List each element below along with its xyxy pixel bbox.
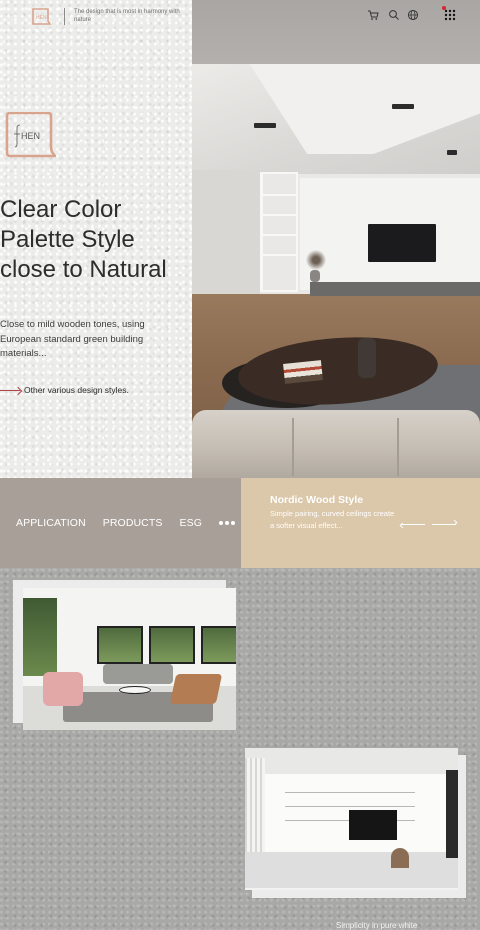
feature-description: Simple pairing, curved ceilings create a…: [270, 509, 395, 530]
gallery-section: [0, 568, 480, 930]
main-nav: APPLICATION PRODUCTS ESG: [0, 478, 241, 568]
gallery-caption: Simplicity in pure white: [336, 921, 418, 930]
arrow-right-icon: [0, 389, 20, 391]
photo-window: [201, 626, 236, 664]
brand-logo-small[interactable]: HEN: [31, 6, 52, 26]
hero-headline: Clear Color Palette Style close to Natur…: [0, 196, 167, 283]
photo-shelf: [285, 806, 415, 807]
brand-logo-large: HEN: [4, 111, 59, 158]
feature-title: Nordic Wood Style: [270, 494, 364, 506]
svg-text:HEN: HEN: [36, 15, 47, 21]
gallery-photo-white-room[interactable]: [245, 748, 458, 890]
photo-tv: [368, 224, 436, 262]
photo-greenery: [23, 598, 57, 676]
next-arrow-icon[interactable]: [432, 519, 458, 528]
hero-description: Close to mild wooden tones, using Europe…: [0, 319, 145, 359]
more-dots-icon[interactable]: [218, 521, 235, 525]
photo-ceiling: [245, 748, 458, 774]
photo-window: [97, 626, 143, 664]
photo-window: [149, 626, 195, 664]
photo-shelf: [260, 254, 298, 256]
other-styles-label: Other various design styles.: [24, 385, 129, 395]
photo-plant-vase: [310, 270, 320, 282]
globe-icon[interactable]: [407, 9, 419, 21]
photo-shelf: [260, 234, 298, 236]
photo-wood-chair: [169, 674, 223, 704]
photo-left-wall: [192, 170, 262, 295]
photo-shelf: [260, 194, 298, 196]
nav-item-esg[interactable]: ESG: [180, 517, 202, 529]
photo-sofa: [192, 410, 480, 478]
hero-text-panel: HEN The design that is most in harmony w…: [0, 0, 192, 478]
photo-floor: [245, 852, 458, 888]
photo-tv-console: [310, 282, 480, 296]
photo-plant: [304, 248, 328, 272]
nav-item-application[interactable]: APPLICATION: [16, 517, 86, 529]
photo-ceiling-light: [447, 150, 457, 155]
photo-table: [119, 686, 151, 694]
photo-tv: [349, 810, 397, 840]
brand-tagline: The design that is most in harmony with …: [74, 9, 180, 23]
other-styles-link[interactable]: Other various design styles.: [0, 383, 190, 397]
notification-dot: [442, 6, 446, 10]
photo-sofa-seam: [292, 418, 294, 476]
hero-photo-top: [192, 0, 480, 64]
photo-shelf: [285, 792, 415, 793]
photo-books: [283, 360, 323, 384]
cart-icon[interactable]: [367, 9, 379, 21]
photo-shelf-unit: [260, 172, 298, 292]
prev-arrow-icon[interactable]: [399, 522, 425, 529]
photo-ceiling-light: [254, 123, 276, 128]
logo-text: HEN: [21, 131, 40, 141]
photo-doorway: [446, 770, 458, 858]
photo-sofa: [103, 664, 173, 684]
nav-item-products[interactable]: PRODUCTS: [103, 517, 163, 529]
gallery-photo-living-room[interactable]: [23, 588, 236, 730]
header-divider: [64, 8, 65, 25]
photo-pink-chair: [43, 672, 83, 706]
grid-menu-icon[interactable]: [444, 9, 456, 21]
photo-sofa-seam: [397, 418, 399, 476]
photo-stool: [391, 848, 409, 868]
photo-shelf: [260, 214, 298, 216]
search-icon[interactable]: [388, 9, 400, 21]
page-root: HEN The design that is most in harmony w…: [0, 0, 480, 930]
hero-photo-living-room: [192, 0, 480, 478]
photo-ceiling-light: [392, 104, 414, 109]
style-feature-card: Nordic Wood Style Simple pairing, curved…: [241, 478, 480, 568]
photo-glass-vase: [358, 338, 376, 378]
